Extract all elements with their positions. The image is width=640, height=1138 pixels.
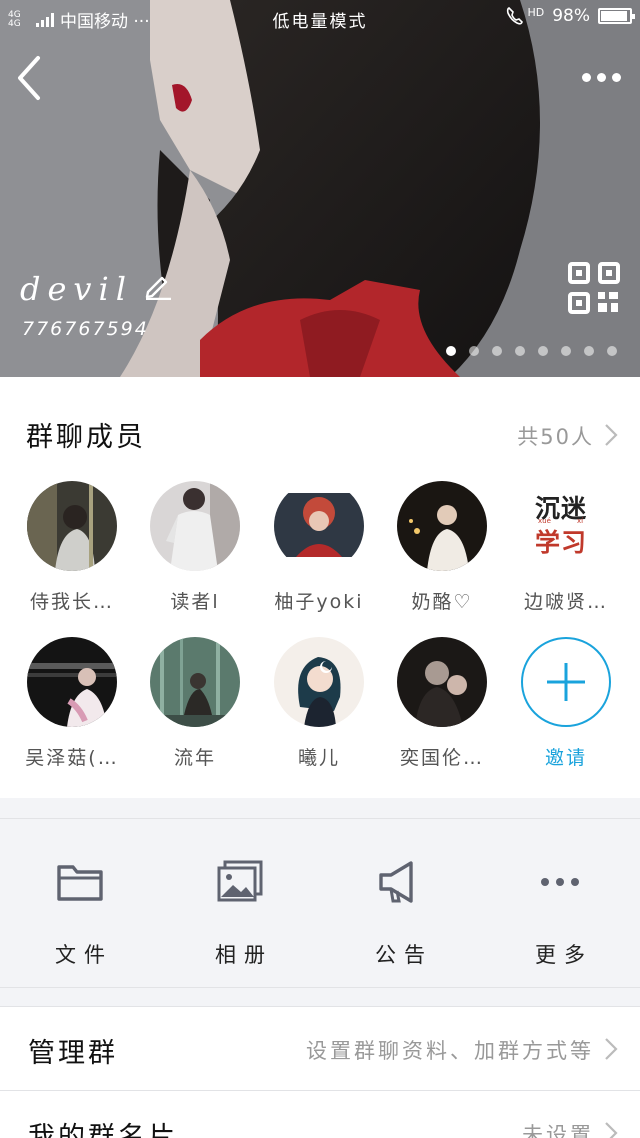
invite-member-button[interactable]: 邀请 — [502, 637, 630, 770]
battery-icon — [598, 8, 635, 24]
avatar — [27, 481, 117, 571]
carousel-dot[interactable] — [607, 346, 617, 356]
member-name: 流年 — [173, 747, 216, 769]
carousel-dot[interactable] — [492, 346, 502, 356]
quick-actions: 文件 相册 公告 更多 — [0, 818, 640, 988]
add-icon — [521, 637, 611, 727]
chevron-right-icon — [605, 424, 618, 446]
my-group-card-row[interactable]: 我的群名片 未设置 — [0, 1090, 640, 1138]
group-name: devil — [20, 270, 133, 308]
back-icon[interactable] — [12, 52, 48, 104]
avatar — [150, 637, 240, 727]
member-name: 读者l — [170, 591, 220, 613]
member-item[interactable]: 流年 — [131, 637, 259, 770]
row-value: 未设置 — [522, 1123, 594, 1138]
action-label: 相册 — [215, 943, 273, 967]
group-cover: 4G 4G 中国移动 ··· 低电量模式 HD 98% devil 776767… — [0, 0, 640, 377]
avatar — [397, 637, 487, 727]
member-name: 吴泽菇(… — [25, 747, 119, 769]
more-options-button[interactable] — [582, 66, 626, 88]
member-item[interactable]: 柚子yoki — [255, 481, 383, 614]
row-value: 设置群聊资料、加群方式等 — [306, 1039, 594, 1063]
files-button[interactable]: 文件 — [20, 859, 140, 969]
member-name: 边啵贤… — [523, 591, 608, 613]
carousel-dot[interactable] — [584, 346, 594, 356]
action-label: 更多 — [535, 943, 593, 967]
row-label: 我的群名片 — [28, 1122, 178, 1138]
carousel-dot[interactable] — [469, 346, 479, 356]
row-label: 管理群 — [28, 1038, 118, 1069]
members-title: 群聊成员 — [26, 422, 146, 453]
manage-group-row[interactable]: 管理群 设置群聊资料、加群方式等 — [0, 1006, 640, 1090]
avatar — [150, 481, 240, 571]
carousel-dot[interactable] — [515, 346, 525, 356]
carousel-dot[interactable] — [561, 346, 571, 356]
members-header[interactable]: 群聊成员 共50人 — [0, 377, 640, 477]
member-item[interactable]: 读者l — [131, 481, 259, 614]
avatar — [274, 637, 364, 727]
album-button[interactable]: 相册 — [180, 859, 300, 969]
status-bar: 4G 4G 中国移动 ··· 低电量模式 HD 98% — [0, 0, 640, 34]
action-label: 公告 — [375, 943, 433, 967]
member-item[interactable]: 沉迷 xué xí 学习 边啵贤… — [502, 481, 630, 614]
more-dots-icon — [541, 878, 579, 886]
group-id: 776767594 — [22, 318, 149, 340]
carousel-indicator[interactable] — [446, 346, 617, 356]
more-button[interactable]: 更多 — [500, 859, 620, 969]
edit-icon[interactable] — [144, 272, 172, 300]
member-item[interactable]: 曦儿 — [255, 637, 383, 770]
avatar — [27, 637, 117, 727]
member-name: 侍我长… — [29, 591, 114, 613]
call-hd-icon — [507, 7, 524, 25]
member-name: 柚子yoki — [274, 591, 364, 613]
member-name: 曦儿 — [297, 747, 340, 769]
carousel-dot[interactable] — [538, 346, 548, 356]
member-name: 奕国伦… — [399, 747, 484, 769]
folder-icon — [57, 865, 103, 901]
megaphone-icon — [379, 861, 413, 903]
action-label: 文件 — [55, 943, 113, 967]
avatar: 沉迷 xué xí 学习 — [521, 481, 611, 571]
invite-label: 邀请 — [544, 747, 587, 769]
hd-label: HD — [527, 5, 545, 19]
avatar — [274, 481, 364, 571]
members-section: 群聊成员 共50人 侍我长… 读者l 柚子yoki 奶酪♡ 沉迷 xué xí … — [0, 377, 640, 798]
avatar — [397, 481, 487, 571]
carousel-dot[interactable] — [446, 346, 456, 356]
announcement-button[interactable]: 公告 — [340, 859, 460, 969]
member-item[interactable]: 吴泽菇(… — [8, 637, 136, 770]
member-name: 奶酪♡ — [411, 591, 473, 613]
battery-percent: 98% — [552, 6, 590, 26]
member-item[interactable]: 侍我长… — [8, 481, 136, 614]
chevron-right-icon — [605, 1122, 618, 1138]
chevron-right-icon — [605, 1038, 618, 1060]
album-icon — [217, 860, 263, 902]
member-item[interactable]: 奕国伦… — [378, 637, 506, 770]
members-count: 共50人 — [517, 425, 594, 449]
member-item[interactable]: 奶酪♡ — [378, 481, 506, 614]
qr-code-icon[interactable] — [568, 262, 620, 314]
